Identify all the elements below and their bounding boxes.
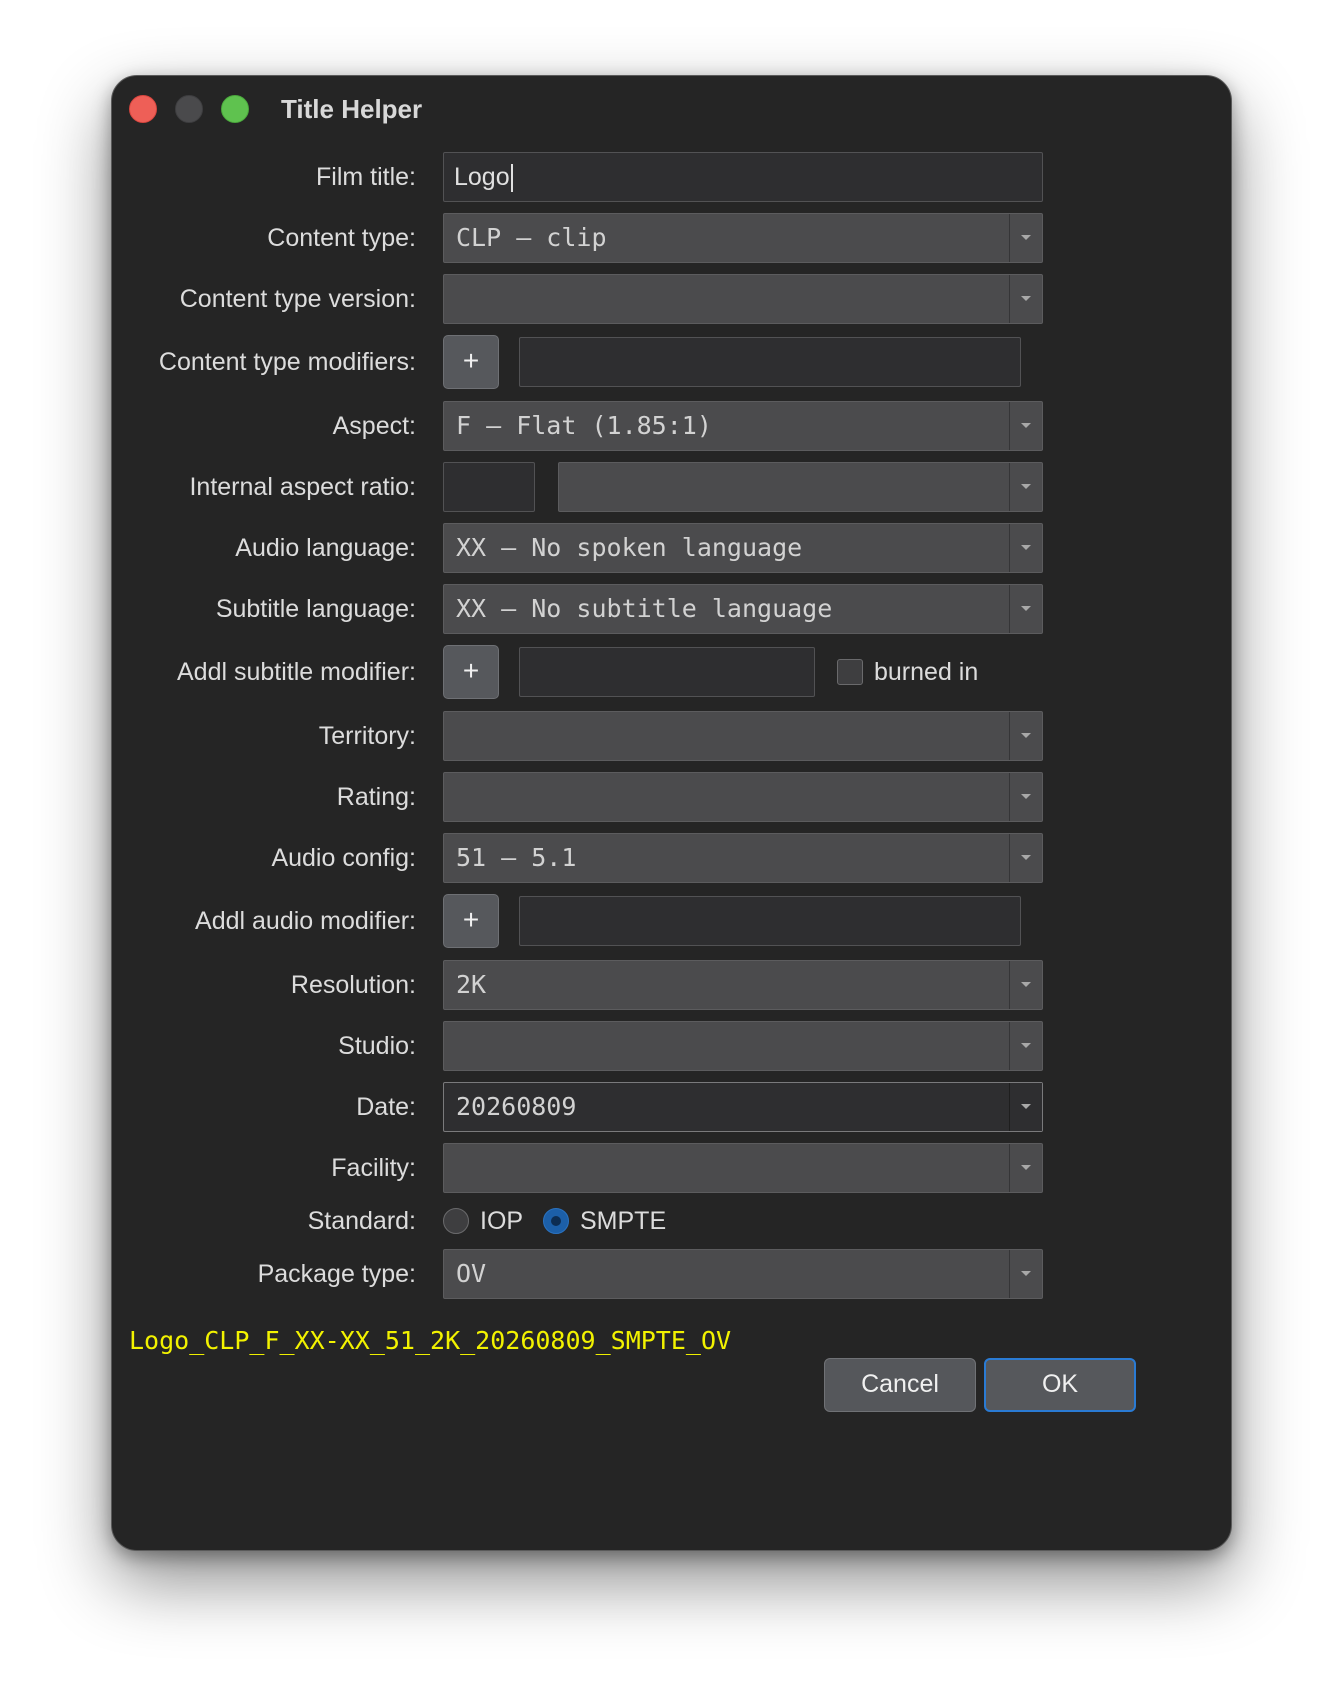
generated-title-text: Logo_CLP_F_XX-XX_51_2K_20260809_SMPTE_OV	[129, 1326, 732, 1355]
title-helper-dialog: Title Helper Film title: Logo Content ty…	[111, 75, 1232, 1551]
film-title-label: Film title:	[316, 163, 416, 191]
package-type-value: OV	[456, 1259, 487, 1288]
chevron-down-icon	[1009, 712, 1042, 760]
chevron-down-icon	[1009, 463, 1042, 511]
aspect-label: Aspect:	[332, 412, 416, 440]
add-audio-modifier-button[interactable]: +	[443, 894, 499, 948]
standard-smpte-radio[interactable]	[543, 1208, 569, 1234]
territory-label: Territory:	[318, 722, 416, 750]
audio-config-select[interactable]: 51 – 5.1	[443, 833, 1043, 883]
chevron-down-icon	[1009, 1022, 1042, 1070]
chevron-down-icon	[1009, 773, 1042, 821]
subtitle-language-select[interactable]: XX – No subtitle language	[443, 584, 1043, 634]
studio-label: Studio:	[338, 1032, 416, 1060]
add-subtitle-modifier-button[interactable]: +	[443, 645, 499, 699]
standard-label: Standard:	[307, 1207, 416, 1235]
standard-iop-radio[interactable]	[443, 1208, 469, 1234]
date-label: Date:	[356, 1093, 416, 1121]
chevron-down-icon[interactable]	[1009, 1083, 1042, 1131]
minimize-window-button[interactable]	[175, 95, 203, 123]
content-type-select[interactable]: CLP – clip	[443, 213, 1043, 263]
audio-language-value: XX – No spoken language	[456, 533, 803, 562]
add-content-type-modifier-button[interactable]: +	[443, 335, 499, 389]
content-type-modifiers-label: Content type modifiers:	[158, 348, 416, 376]
resolution-value: 2K	[456, 970, 487, 999]
package-type-select[interactable]: OV	[443, 1249, 1043, 1299]
addl-audio-modifier-field[interactable]	[519, 896, 1021, 946]
date-combo[interactable]: 20260809	[443, 1082, 1043, 1132]
subtitle-language-value: XX – No subtitle language	[456, 594, 833, 623]
chevron-down-icon	[1009, 1144, 1042, 1192]
audio-config-value: 51 – 5.1	[456, 843, 577, 872]
package-type-label: Package type:	[257, 1260, 416, 1288]
film-title-value: Logo	[454, 153, 513, 201]
rating-label: Rating:	[336, 783, 416, 811]
burned-in-label: burned in	[874, 658, 979, 686]
rating-select[interactable]	[443, 772, 1043, 822]
chevron-down-icon	[1009, 834, 1042, 882]
audio-language-select[interactable]: XX – No spoken language	[443, 523, 1043, 573]
standard-smpte-label: SMPTE	[580, 1207, 667, 1235]
addl-subtitle-modifier-field[interactable]	[519, 647, 815, 697]
audio-language-label: Audio language:	[235, 534, 416, 562]
ok-button[interactable]: OK	[984, 1358, 1136, 1412]
close-window-button[interactable]	[129, 95, 157, 123]
internal-aspect-ratio-input[interactable]	[443, 462, 535, 512]
chevron-down-icon	[1009, 214, 1042, 262]
chevron-down-icon	[1009, 524, 1042, 572]
burned-in-checkbox[interactable]	[837, 659, 863, 685]
studio-select[interactable]	[443, 1021, 1043, 1071]
content-type-version-label: Content type version:	[179, 285, 416, 313]
addl-audio-modifier-label: Addl audio modifier:	[195, 907, 416, 935]
subtitle-language-label: Subtitle language:	[215, 595, 416, 623]
date-value: 20260809	[456, 1092, 577, 1121]
aspect-select[interactable]: F – Flat (1.85:1)	[443, 401, 1043, 451]
facility-select[interactable]	[443, 1143, 1043, 1193]
territory-select[interactable]	[443, 711, 1043, 761]
chevron-down-icon	[1009, 585, 1042, 633]
internal-aspect-ratio-label: Internal aspect ratio:	[189, 473, 416, 501]
chevron-down-icon	[1009, 1250, 1042, 1298]
addl-subtitle-modifier-label: Addl subtitle modifier:	[176, 658, 416, 686]
aspect-value: F – Flat (1.85:1)	[456, 411, 712, 440]
content-type-value: CLP – clip	[456, 223, 607, 252]
resolution-select[interactable]: 2K	[443, 960, 1043, 1010]
standard-iop-label: IOP	[480, 1207, 524, 1235]
cancel-button[interactable]: Cancel	[824, 1358, 976, 1412]
content-type-modifiers-field[interactable]	[519, 337, 1021, 387]
maximize-window-button[interactable]	[221, 95, 249, 123]
facility-label: Facility:	[331, 1154, 416, 1182]
chevron-down-icon	[1009, 275, 1042, 323]
internal-aspect-ratio-select[interactable]	[558, 462, 1043, 512]
audio-config-label: Audio config:	[271, 844, 416, 872]
content-type-label: Content type:	[267, 224, 416, 252]
content-type-version-select[interactable]	[443, 274, 1043, 324]
chevron-down-icon	[1009, 961, 1042, 1009]
chevron-down-icon	[1009, 402, 1042, 450]
resolution-label: Resolution:	[290, 971, 416, 999]
film-title-input[interactable]: Logo	[443, 152, 1043, 202]
window-title: Title Helper	[281, 94, 423, 124]
